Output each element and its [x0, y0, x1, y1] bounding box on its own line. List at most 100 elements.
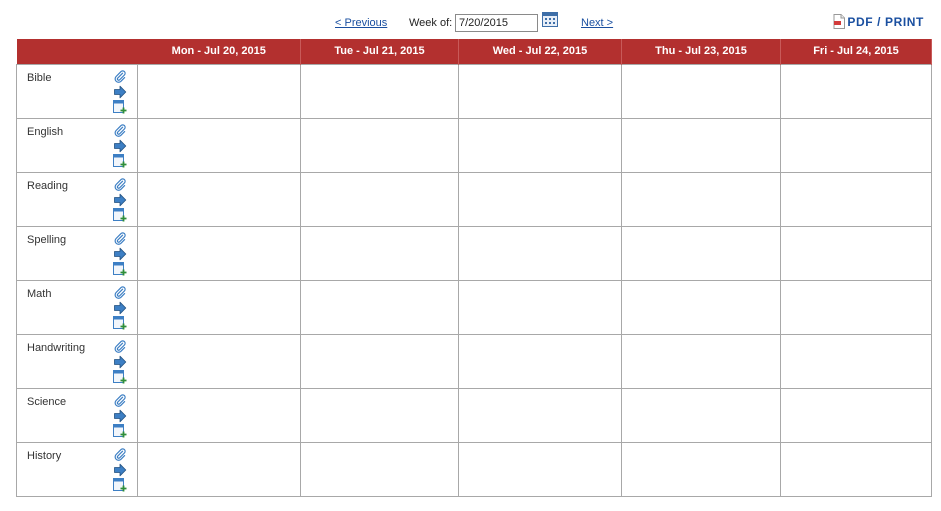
- subject-actions: [113, 69, 127, 115]
- day-header-wed: Wed - Jul 22, 2015: [458, 39, 622, 64]
- add-lesson-icon[interactable]: [113, 261, 127, 276]
- arrow-right-icon[interactable]: [113, 247, 127, 261]
- week-date-input[interactable]: [455, 14, 538, 32]
- subject-name: Science: [27, 395, 67, 408]
- lesson-cell-thu[interactable]: [621, 117, 781, 173]
- lesson-cell-wed[interactable]: [458, 63, 622, 119]
- paperclip-icon[interactable]: [113, 123, 127, 138]
- paperclip-icon[interactable]: [113, 285, 127, 300]
- subject-cell: Science: [16, 387, 138, 443]
- lesson-cell-thu[interactable]: [621, 279, 781, 335]
- add-lesson-icon[interactable]: [113, 477, 127, 492]
- lesson-cell-tue[interactable]: [300, 117, 459, 173]
- arrow-right-icon[interactable]: [113, 301, 127, 315]
- subject-cell: History: [16, 441, 138, 497]
- lesson-cell-mon[interactable]: [137, 333, 301, 389]
- arrow-right-icon[interactable]: [113, 193, 127, 207]
- subject-actions: [113, 285, 127, 331]
- lesson-cell-fri[interactable]: [780, 333, 932, 389]
- paperclip-icon[interactable]: [113, 447, 127, 462]
- lesson-cell-tue[interactable]: [300, 333, 459, 389]
- add-lesson-icon[interactable]: [113, 99, 127, 114]
- lesson-cell-fri[interactable]: [780, 171, 932, 227]
- add-lesson-icon[interactable]: [113, 153, 127, 168]
- subject-cell: Math: [16, 279, 138, 335]
- lesson-cell-fri[interactable]: [780, 441, 932, 497]
- lesson-cell-mon[interactable]: [137, 171, 301, 227]
- subject-cell: Handwriting: [16, 333, 138, 389]
- add-lesson-icon[interactable]: [113, 315, 127, 330]
- add-lesson-icon[interactable]: [113, 207, 127, 222]
- subject-name: Math: [27, 287, 52, 300]
- lesson-cell-wed[interactable]: [458, 225, 622, 281]
- lesson-cell-wed[interactable]: [458, 279, 622, 335]
- lesson-cell-fri[interactable]: [780, 387, 932, 443]
- day-header-mon: Mon - Jul 20, 2015: [137, 39, 301, 64]
- next-week-link[interactable]: Next >: [581, 17, 613, 29]
- subject-actions: [113, 231, 127, 277]
- lesson-cell-thu[interactable]: [621, 63, 781, 119]
- subject-row: Math: [16, 279, 932, 335]
- lesson-cell-mon[interactable]: [137, 117, 301, 173]
- arrow-right-icon[interactable]: [113, 355, 127, 369]
- arrow-right-icon[interactable]: [113, 409, 127, 423]
- add-lesson-icon[interactable]: [113, 369, 127, 384]
- lesson-cell-tue[interactable]: [300, 63, 459, 119]
- weekly-planner-grid: Mon - Jul 20, 2015 Tue - Jul 21, 2015 We…: [16, 39, 932, 497]
- arrow-right-icon[interactable]: [113, 139, 127, 153]
- pdf-print-link[interactable]: PDF / PRINT: [833, 14, 924, 29]
- lesson-cell-thu[interactable]: [621, 333, 781, 389]
- subject-name: English: [27, 125, 64, 138]
- add-lesson-icon[interactable]: [113, 423, 127, 438]
- lesson-cell-mon[interactable]: [137, 441, 301, 497]
- lesson-cell-wed[interactable]: [458, 117, 622, 173]
- lesson-cell-fri[interactable]: [780, 63, 932, 119]
- subject-actions: [113, 339, 127, 385]
- subject-row: Bible: [16, 63, 932, 119]
- subject-row: Handwriting: [16, 333, 932, 389]
- lesson-cell-tue[interactable]: [300, 279, 459, 335]
- pdf-document-icon: [833, 14, 846, 29]
- lesson-cell-wed[interactable]: [458, 171, 622, 227]
- paperclip-icon[interactable]: [113, 69, 127, 84]
- subject-row: Spelling: [16, 225, 932, 281]
- subject-name: Handwriting: [27, 341, 86, 354]
- lesson-cell-thu[interactable]: [621, 387, 781, 443]
- paperclip-icon[interactable]: [113, 393, 127, 408]
- paperclip-icon[interactable]: [113, 231, 127, 246]
- subject-row: Reading: [16, 171, 932, 227]
- lesson-cell-wed[interactable]: [458, 333, 622, 389]
- paperclip-icon[interactable]: [113, 339, 127, 354]
- lesson-cell-thu[interactable]: [621, 171, 781, 227]
- lesson-cell-mon[interactable]: [137, 279, 301, 335]
- lesson-cell-thu[interactable]: [621, 441, 781, 497]
- lesson-cell-fri[interactable]: [780, 225, 932, 281]
- subject-cell: Spelling: [16, 225, 138, 281]
- lesson-cell-mon[interactable]: [137, 387, 301, 443]
- lesson-cell-wed[interactable]: [458, 441, 622, 497]
- previous-week-link[interactable]: < Previous: [335, 17, 387, 29]
- lesson-cell-tue[interactable]: [300, 387, 459, 443]
- subject-actions: [113, 123, 127, 169]
- lesson-cell-tue[interactable]: [300, 171, 459, 227]
- lesson-cell-tue[interactable]: [300, 225, 459, 281]
- subject-cell: Bible: [16, 63, 138, 119]
- arrow-right-icon[interactable]: [113, 463, 127, 477]
- lesson-cell-thu[interactable]: [621, 225, 781, 281]
- lesson-cell-mon[interactable]: [137, 63, 301, 119]
- subject-row: Science: [16, 387, 932, 443]
- subject-actions: [113, 393, 127, 439]
- subject-row: English: [16, 117, 932, 173]
- lesson-cell-fri[interactable]: [780, 117, 932, 173]
- arrow-right-icon[interactable]: [113, 85, 127, 99]
- lesson-cell-mon[interactable]: [137, 225, 301, 281]
- lesson-cell-tue[interactable]: [300, 441, 459, 497]
- lesson-cell-fri[interactable]: [780, 279, 932, 335]
- pdf-print-label: PDF / PRINT: [847, 15, 924, 29]
- subject-name: Bible: [27, 71, 52, 84]
- calendar-icon[interactable]: [542, 12, 558, 27]
- subject-name: Reading: [27, 179, 68, 192]
- paperclip-icon[interactable]: [113, 177, 127, 192]
- subject-cell: English: [16, 117, 138, 173]
- lesson-cell-wed[interactable]: [458, 387, 622, 443]
